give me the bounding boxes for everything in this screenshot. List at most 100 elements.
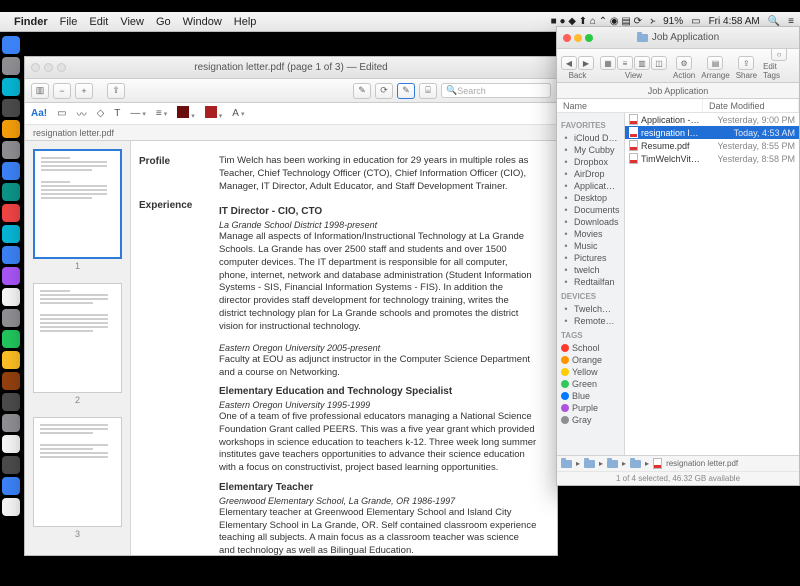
menu-edit[interactable]: Edit — [89, 16, 108, 28]
forward-button[interactable]: ▶ — [578, 56, 594, 70]
view-list-button[interactable]: ≡ — [617, 56, 633, 70]
dock-app[interactable] — [2, 414, 20, 432]
zoom-out-button[interactable]: − — [53, 83, 71, 99]
column-date[interactable]: Date Modified — [703, 99, 799, 112]
page-thumbnail-2[interactable] — [33, 283, 122, 393]
sidebar-item[interactable]: •Desktop — [561, 192, 620, 204]
zoom-button[interactable] — [57, 63, 66, 72]
dock-trash[interactable] — [2, 498, 20, 516]
menu-help[interactable]: Help — [234, 16, 257, 28]
dock-app[interactable] — [2, 435, 20, 453]
sketch-tool-icon[interactable]: 〰 — [77, 106, 87, 121]
file-row[interactable]: Resume.pdfYesterday, 8:55 PM — [625, 139, 799, 152]
markup-button[interactable]: ✎ — [397, 83, 415, 99]
sidebar-item[interactable]: •AirDrop — [561, 168, 620, 180]
folder-icon: • — [561, 241, 571, 251]
dock-app[interactable] — [2, 141, 20, 159]
sidebar-item[interactable]: •Pictures — [561, 252, 620, 264]
path-bar[interactable]: ▸ ▸ ▸ ▸ resignation letter.pdf — [557, 455, 799, 471]
minimize-button[interactable] — [44, 63, 53, 72]
sidebar-item[interactable]: •Movies — [561, 228, 620, 240]
dock-app[interactable] — [2, 267, 20, 285]
arrange-button[interactable]: ▤ — [707, 56, 723, 70]
line-style-button[interactable]: ≡ — [156, 108, 167, 119]
dock-app[interactable] — [2, 393, 20, 411]
dock-app[interactable] — [2, 330, 20, 348]
shapes-tool-icon[interactable]: ◇ — [97, 108, 105, 119]
dock-app[interactable] — [2, 351, 20, 369]
file-row[interactable]: resignation letter.pdfToday, 4:53 AM — [625, 126, 799, 139]
search-field[interactable]: 🔍 Search — [441, 83, 551, 98]
rotate-button[interactable]: ⟳ — [375, 83, 393, 99]
column-name[interactable]: Name — [557, 99, 703, 112]
thumbnail-sidebar[interactable]: 1 2 3 — [25, 141, 131, 555]
zoom-in-button[interactable]: + — [75, 83, 93, 99]
sidebar-tag[interactable]: Green — [561, 378, 620, 390]
dock-app[interactable] — [2, 246, 20, 264]
sidebar-item[interactable]: •Downloads — [561, 216, 620, 228]
view-column-button[interactable]: ▥ — [634, 56, 650, 70]
sidebar-tag[interactable]: Orange — [561, 354, 620, 366]
app-menu[interactable]: Finder — [14, 16, 48, 28]
font-button[interactable]: A — [232, 108, 244, 119]
view-cover-button[interactable]: ◫ — [651, 56, 667, 70]
sidebar-item[interactable]: •twelch — [561, 264, 620, 276]
inbox-icon[interactable]: ⌸ — [419, 83, 437, 99]
menu-file[interactable]: File — [60, 16, 78, 28]
sidebar-tag[interactable]: Gray — [561, 414, 620, 426]
menu-window[interactable]: Window — [183, 16, 222, 28]
dock-app[interactable] — [2, 78, 20, 96]
dock-app[interactable] — [2, 162, 20, 180]
dock-app[interactable] — [2, 183, 20, 201]
sidebar-tag[interactable]: School — [561, 342, 620, 354]
share-button[interactable]: ⇪ — [738, 56, 754, 70]
dock-app[interactable] — [2, 57, 20, 75]
view-icon-button[interactable]: ▦ — [600, 56, 616, 70]
sidebar-mode-button[interactable]: ▥ — [31, 83, 49, 99]
highlight-button[interactable]: ✎ — [353, 83, 371, 99]
dock-app[interactable] — [2, 309, 20, 327]
dock-app[interactable] — [2, 99, 20, 117]
dock-app[interactable] — [2, 372, 20, 390]
column-headers[interactable]: Name Date Modified — [557, 99, 799, 113]
file-row[interactable]: TimWelchVitae.pdfYesterday, 8:58 PM — [625, 152, 799, 165]
file-row[interactable]: Application - Welch.pdfYesterday, 9:00 P… — [625, 113, 799, 126]
action-button[interactable]: ⚙ — [676, 56, 692, 70]
page-thumbnail-3[interactable] — [33, 417, 122, 527]
share-button[interactable]: ⇪ — [107, 83, 125, 99]
sidebar-item[interactable]: •Remote… — [561, 315, 620, 327]
menu-view[interactable]: View — [120, 16, 144, 28]
sidebar-item[interactable]: •Dropbox — [561, 156, 620, 168]
text-style-button[interactable]: Aa! — [31, 108, 47, 119]
sidebar-item[interactable]: •My Cubby — [561, 144, 620, 156]
sidebar-item[interactable]: •Twelch… — [561, 303, 620, 315]
back-button[interactable]: ◀ — [561, 56, 577, 70]
line-weight-button[interactable]: — — [130, 108, 146, 119]
dock-finder[interactable] — [2, 36, 20, 54]
sidebar-item[interactable]: •Music — [561, 240, 620, 252]
text-tool-icon[interactable]: T — [114, 108, 120, 119]
dock-app[interactable] — [2, 288, 20, 306]
close-button[interactable] — [31, 63, 40, 72]
sidebar-tag[interactable]: Purple — [561, 402, 620, 414]
sidebar-item[interactable]: •iCloud D… — [561, 132, 620, 144]
dock-app[interactable] — [2, 477, 20, 495]
sidebar-item[interactable]: •Applicat… — [561, 180, 620, 192]
tab[interactable]: resignation letter.pdf — [33, 128, 114, 138]
fill-color-button[interactable] — [205, 106, 223, 121]
border-color-button[interactable] — [177, 106, 195, 121]
sidebar-item[interactable]: •Redtailfan — [561, 276, 620, 288]
dock-app[interactable] — [2, 204, 20, 222]
sidebar-tag[interactable]: Yellow — [561, 366, 620, 378]
sidebar-item[interactable]: •Documents — [561, 204, 620, 216]
finder-title: Job Application — [557, 32, 799, 43]
dock-app[interactable] — [2, 120, 20, 138]
sidebar-tag[interactable]: Blue — [561, 390, 620, 402]
select-tool-icon[interactable]: ▭ — [57, 108, 66, 119]
dock-app[interactable] — [2, 456, 20, 474]
dock-app[interactable] — [2, 225, 20, 243]
menu-go[interactable]: Go — [156, 16, 171, 28]
document-page[interactable]: Profile Tim Welch has been working in ed… — [131, 141, 557, 555]
page-thumbnail-1[interactable] — [33, 149, 122, 259]
tags-button[interactable]: ○ — [771, 47, 787, 61]
